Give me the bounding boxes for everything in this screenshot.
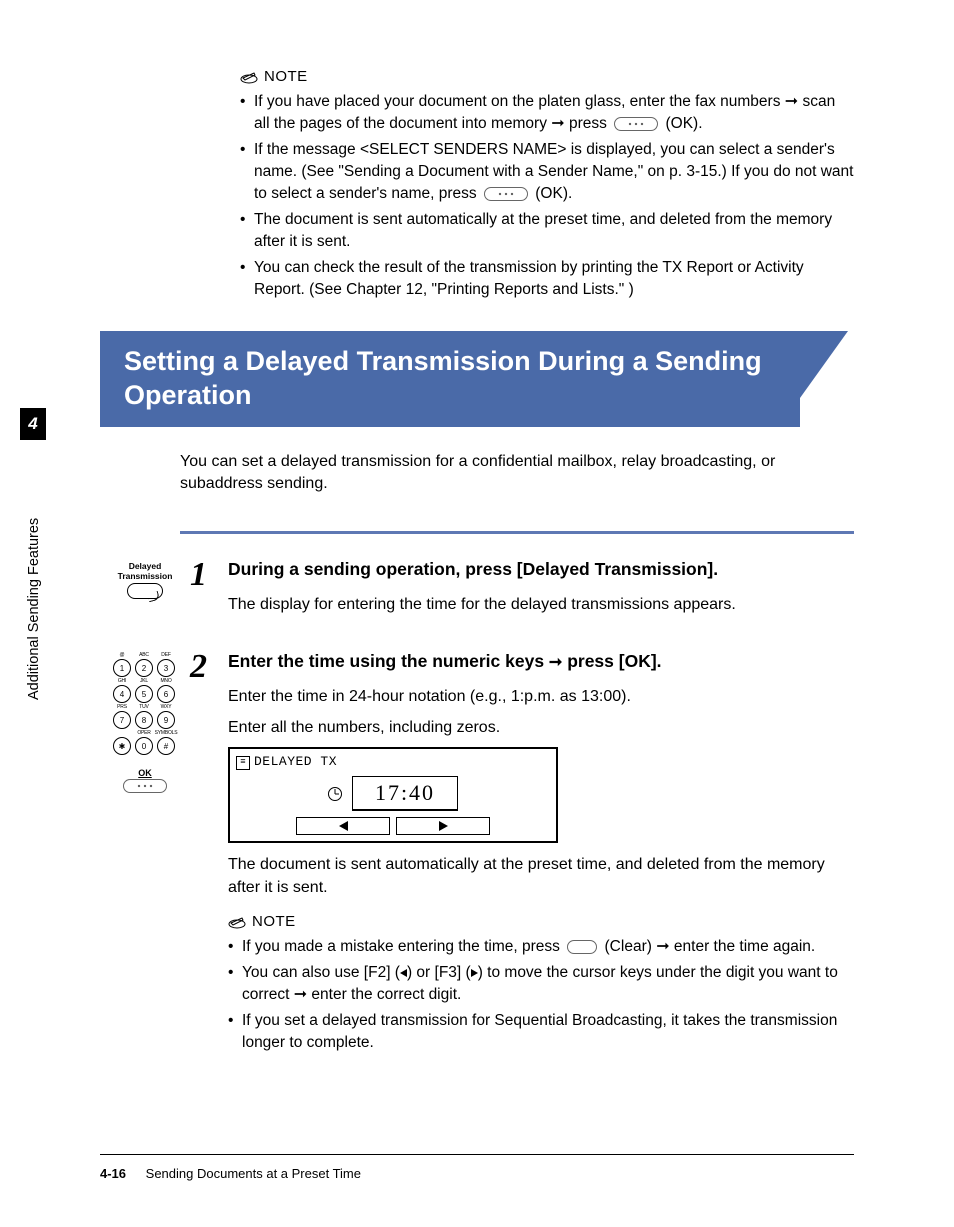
note2-item-0: If you made a mistake entering the time,… <box>228 936 854 958</box>
key-2: ABC2 <box>135 659 153 677</box>
note2-item-1: You can also use [F2] () or [F3] () to m… <box>228 962 854 1006</box>
step-1: Delayed Transmission 1 During a sending … <box>100 558 854 624</box>
page-number: 4-16 <box>100 1166 126 1181</box>
ok-key-graphic: OK <box>113 768 177 794</box>
divider <box>180 531 854 534</box>
key-4: GHI4 <box>113 685 131 703</box>
step-2-body-1: Enter the time in 24-hour notation (e.g.… <box>228 685 854 708</box>
note1-item-2: The document is sent automatically at th… <box>240 209 854 253</box>
note2-item-2: If you set a delayed transmission for Se… <box>228 1010 854 1054</box>
document-icon: ≡ <box>236 756 250 770</box>
key-5: JKL5 <box>135 685 153 703</box>
lcd-left-button <box>296 817 390 835</box>
note-block-1: NOTE If you have placed your document on… <box>240 68 854 301</box>
triangle-left-icon <box>400 969 407 977</box>
triangle-left-icon <box>339 821 348 831</box>
note-icon <box>240 70 258 84</box>
triangle-right-icon <box>439 821 448 831</box>
ok-button-icon <box>484 187 528 201</box>
numeric-keypad-graphic: @1 ABC2 DEF3 GHI4 JKL5 MNO6 PRS7 TUV8 WX… <box>113 654 177 794</box>
note-label: NOTE <box>252 913 296 930</box>
note1-item-1: If the message <SELECT SENDERS NAME> is … <box>240 139 854 205</box>
lcd-right-button <box>396 817 490 835</box>
clock-icon <box>328 787 342 801</box>
lcd-time-value: 17:40 <box>352 776 458 811</box>
footer-title: Sending Documents at a Preset Time <box>146 1166 361 1181</box>
step-number-1: 1 <box>190 558 220 592</box>
step-1-heading: During a sending operation, press [Delay… <box>228 558 854 581</box>
lcd-title: DELAYED TX <box>254 753 337 772</box>
step-2-heading: Enter the time using the numeric keys ➞ … <box>228 650 854 673</box>
key-1: @1 <box>113 659 131 677</box>
key-0: OPER0 <box>135 737 153 755</box>
note-icon <box>228 915 246 929</box>
clear-button-icon <box>567 940 597 954</box>
key-3: DEF3 <box>157 659 175 677</box>
key-star: ✱ <box>113 737 131 755</box>
chapter-caption: Additional Sending Features <box>26 518 42 700</box>
key-8: TUV8 <box>135 711 153 729</box>
step-2-body-3: The document is sent automatically at th… <box>228 853 854 899</box>
footer-divider <box>100 1154 854 1155</box>
section-heading-banner: Setting a Delayed Transmission During a … <box>100 331 800 427</box>
key-7: PRS7 <box>113 711 131 729</box>
delayed-transmission-key-graphic: Delayed Transmission <box>118 562 173 599</box>
chapter-tab: 4 <box>20 408 46 440</box>
intro-paragraph: You can set a delayed transmission for a… <box>180 451 854 496</box>
note1-item-0: If you have placed your document on the … <box>240 91 854 135</box>
triangle-right-icon <box>471 969 478 977</box>
ok-button-icon <box>614 117 658 131</box>
key-9: WXY9 <box>157 711 175 729</box>
note1-item-3: You can check the result of the transmis… <box>240 257 854 301</box>
footer: 4-16 Sending Documents at a Preset Time <box>100 1166 361 1181</box>
key-6: MNO6 <box>157 685 175 703</box>
key-hash: SYMBOLS# <box>157 737 175 755</box>
note-block-2: NOTE If you made a mistake entering the … <box>228 913 854 1054</box>
step-number-2: 2 <box>190 650 220 684</box>
step-1-body: The display for entering the time for th… <box>228 593 854 616</box>
note-label: NOTE <box>264 68 308 85</box>
lcd-panel: ≡ DELAYED TX 17:40 <box>228 747 558 843</box>
step-2-body-2: Enter all the numbers, including zeros. <box>228 716 854 739</box>
step-2: @1 ABC2 DEF3 GHI4 JKL5 MNO6 PRS7 TUV8 WX… <box>100 650 854 1058</box>
